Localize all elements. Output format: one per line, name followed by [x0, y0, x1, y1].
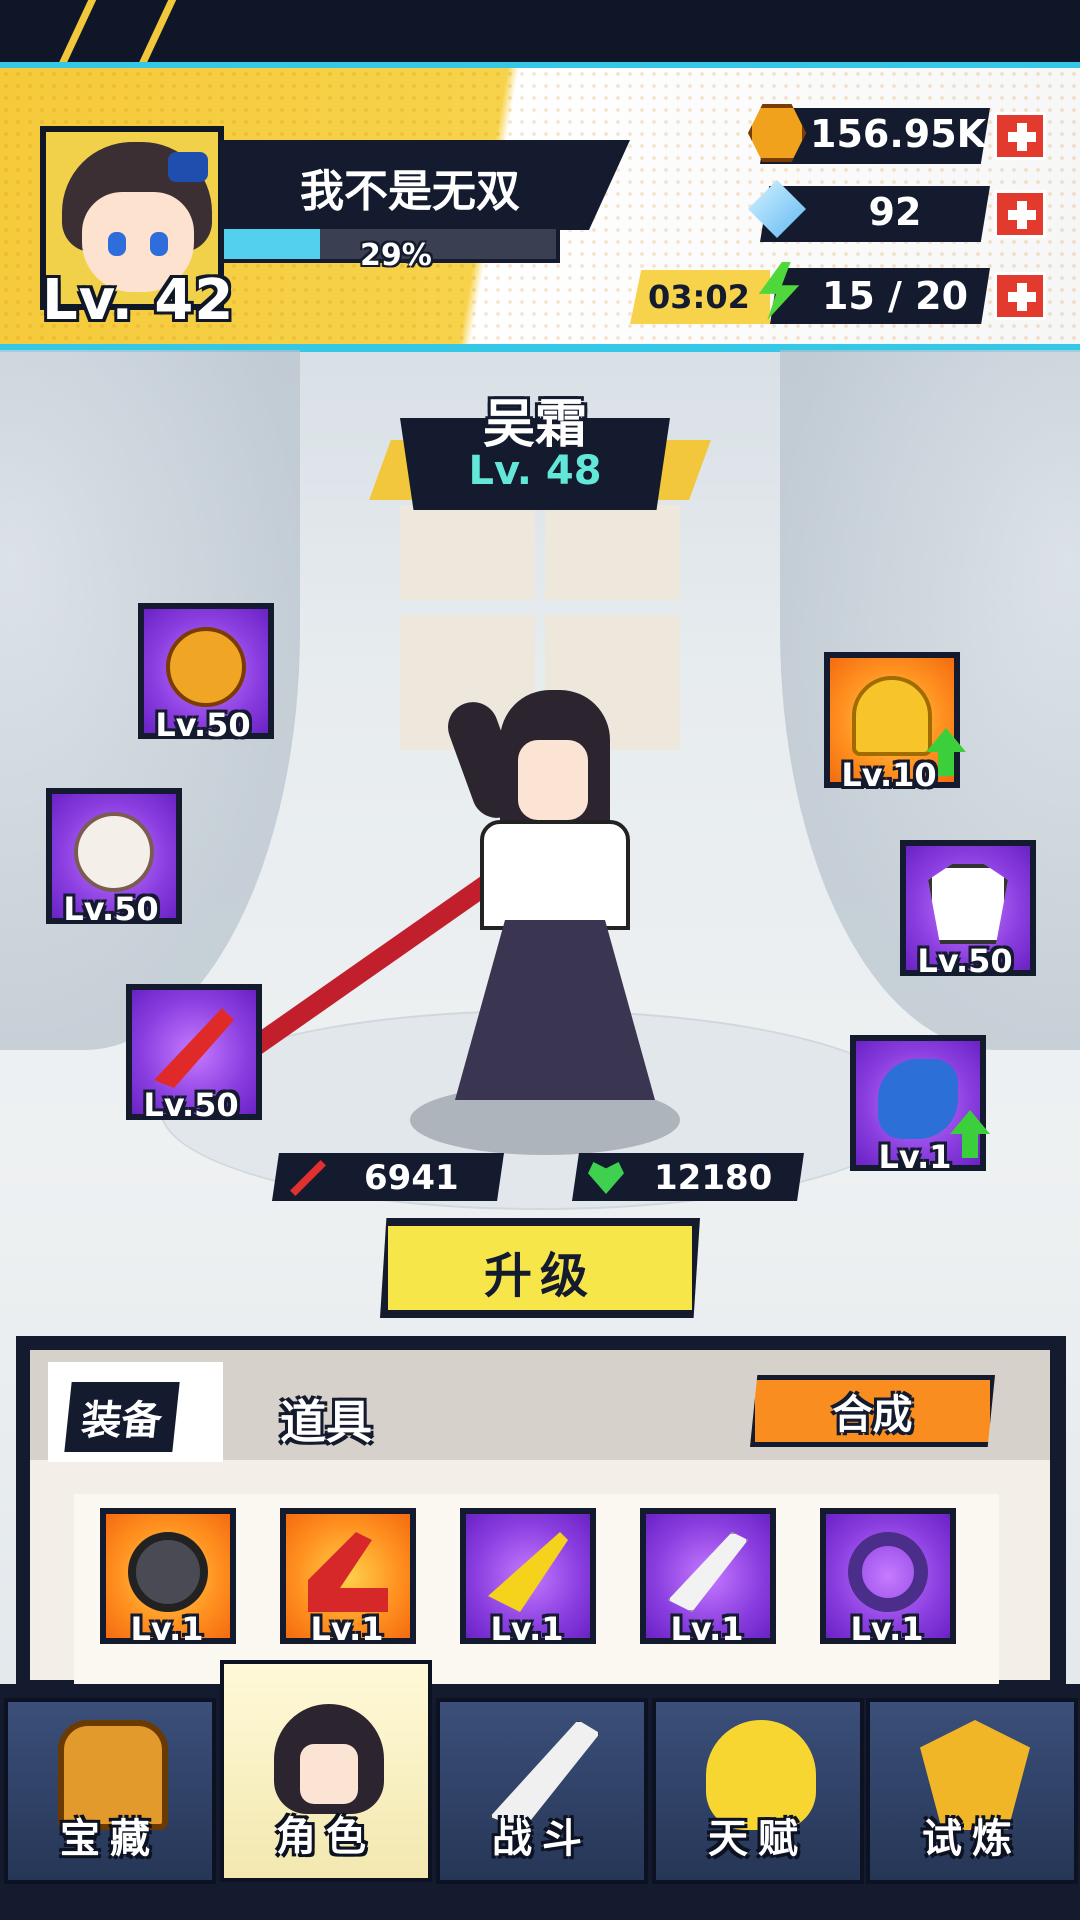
- nav-label: 战斗: [492, 1816, 592, 1862]
- nav-battle[interactable]: 战斗: [436, 1698, 648, 1884]
- equip-slot-level: Lv.50: [155, 706, 251, 744]
- blue-shoes-icon: [878, 1059, 958, 1139]
- character-shirt: [480, 820, 630, 930]
- window-pane: [400, 505, 535, 600]
- character-skirt: [455, 920, 655, 1100]
- inventory-item-level: Lv.1: [490, 1610, 564, 1648]
- inventory-item-level: Lv.1: [310, 1610, 384, 1648]
- energy-count: 15 / 20: [821, 274, 969, 318]
- equip-slot-level: Lv.50: [917, 942, 1013, 980]
- avatar-eye: [150, 232, 168, 256]
- hero-name: 吴霜: [482, 395, 587, 455]
- player-level: Lv. 42: [42, 268, 235, 333]
- ring-icon: [74, 812, 154, 892]
- upgrade-button-label: 升级: [483, 1248, 596, 1304]
- nav-label: 试炼: [922, 1816, 1022, 1862]
- energy-timer: 03:02: [648, 278, 750, 316]
- avatar-bow: [168, 152, 208, 182]
- game-screen: Lv. 42 我不是无双 29% 156.95K 92 03:02 15 / 2…: [0, 0, 1080, 1920]
- attack-value: 6941: [364, 1158, 459, 1198]
- tab-items[interactable]: 道具: [280, 1386, 372, 1452]
- nav-treasure[interactable]: 宝藏: [4, 1698, 216, 1884]
- sailor-uniform-icon: [928, 864, 1008, 944]
- red-sword-icon: [154, 1008, 234, 1088]
- nav-label: 天赋: [708, 1816, 808, 1862]
- window-pane: [545, 505, 680, 600]
- inventory-item-level: Lv.1: [850, 1610, 924, 1648]
- synthesize-button-label: 合成: [832, 1392, 913, 1438]
- equip-slot-level: Lv.50: [143, 1086, 239, 1124]
- hero-level: Lv. 48: [468, 448, 602, 494]
- red-heel-icon: [308, 1532, 388, 1612]
- banana-blade-icon: [488, 1532, 568, 1612]
- equip-slot-level: Lv.50: [63, 890, 159, 928]
- coin-count: 156.95K: [810, 112, 987, 156]
- inventory-item-level: Lv.1: [670, 1610, 744, 1648]
- nav-label: 宝藏: [60, 1816, 160, 1862]
- nav-talent[interactable]: 天赋: [652, 1698, 864, 1884]
- character-portrait-icon: [274, 1704, 384, 1814]
- bear-charm-icon: [166, 627, 246, 707]
- hero-character[interactable]: [172, 680, 680, 1120]
- inventory-item-level: Lv.1: [130, 1610, 204, 1648]
- xp-percent: 29%: [360, 238, 432, 273]
- add-energy-button[interactable]: [994, 272, 1046, 320]
- add-coins-button[interactable]: [994, 112, 1046, 160]
- avatar-eye: [108, 232, 126, 256]
- dark-hook-icon: [848, 1532, 928, 1612]
- nav-character[interactable]: 角色: [220, 1660, 432, 1882]
- yellow-helmet-icon: [852, 676, 932, 756]
- headband-icon: [128, 1532, 208, 1612]
- nav-label: 角色: [276, 1814, 376, 1860]
- add-gems-button[interactable]: [994, 190, 1046, 238]
- white-knife-icon: [668, 1532, 748, 1612]
- tab-equipment-label: 装备: [64, 1382, 180, 1452]
- player-name: 我不是无双: [300, 166, 520, 217]
- health-value: 12180: [654, 1158, 773, 1198]
- gem-count: 92: [868, 190, 922, 234]
- xp-progress-fill: [224, 229, 321, 259]
- character-face: [518, 740, 588, 820]
- nav-trial[interactable]: 试炼: [866, 1698, 1078, 1884]
